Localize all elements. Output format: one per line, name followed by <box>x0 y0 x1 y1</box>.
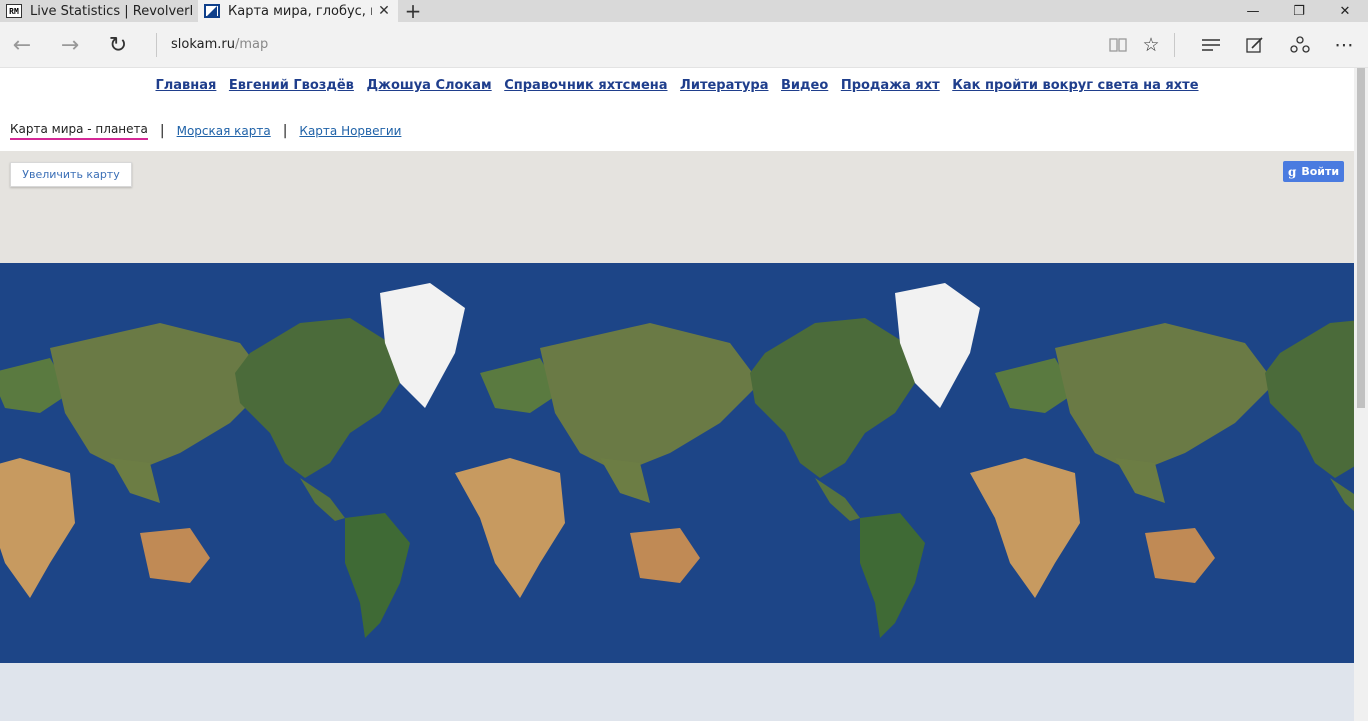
tab-revolvermap[interactable]: RM Live Statistics | RevolverMap <box>0 0 198 22</box>
hub-menu-icon[interactable] <box>1197 32 1225 58</box>
tab-label: Live Statistics | RevolverMap <box>30 3 192 19</box>
toolbar-divider <box>156 33 157 57</box>
page-scrollbar[interactable] <box>1354 68 1368 721</box>
nav-link-home[interactable]: Главная <box>155 78 216 93</box>
address-bar[interactable]: slokam.ru/map <box>171 37 268 52</box>
web-page: Главная Евгений Гвоздёв Джошуа Слокам Сп… <box>0 68 1354 721</box>
maximize-button[interactable]: ❐ <box>1276 0 1322 22</box>
tab-label: Карта мира, глобус, пл <box>228 3 372 19</box>
sub-nav-link-norway-map[interactable]: Карта Норвегии <box>299 124 401 138</box>
browser-toolbar: ← → ↻ slokam.ru/map ☆ ⋯ <box>0 22 1368 68</box>
login-label: Войти <box>1301 165 1340 178</box>
world-map-image <box>0 263 1354 721</box>
tab-slokam-map[interactable]: Карта мира, глобус, пл ✕ <box>198 0 398 22</box>
window-controls: — ❐ ✕ <box>1230 0 1368 22</box>
more-options-icon[interactable]: ⋯ <box>1330 32 1358 58</box>
slokam-favicon-icon <box>204 4 220 18</box>
web-note-icon[interactable] <box>1241 32 1269 58</box>
sub-nav-link-sea-chart[interactable]: Морская карта <box>177 124 271 138</box>
reading-view-icon[interactable] <box>1104 32 1132 58</box>
sub-nav-current-world-map[interactable]: Карта мира - планета <box>10 122 148 140</box>
nav-link-yacht-sale[interactable]: Продажа яхт <box>841 78 940 93</box>
nav-link-handbook[interactable]: Справочник яхтсмена <box>504 78 667 93</box>
map-frame[interactable]: Увеличить карту g Войти <box>0 151 1354 721</box>
google-icon: g <box>1287 164 1297 179</box>
nav-link-literature[interactable]: Литература <box>680 78 768 93</box>
satellite-world-map[interactable] <box>0 263 1354 721</box>
sub-nav-separator: | <box>282 123 288 139</box>
share-icon[interactable] <box>1286 32 1314 58</box>
revolvermap-favicon-icon: RM <box>6 4 22 18</box>
refresh-icon[interactable]: ↻ <box>104 32 132 58</box>
nav-link-circumnavigation[interactable]: Как пройти вокруг света на яхте <box>952 78 1198 93</box>
scrollbar-thumb[interactable] <box>1357 68 1365 408</box>
toolbar-divider <box>1174 33 1175 57</box>
close-tab-icon[interactable]: ✕ <box>376 3 392 19</box>
nav-link-video[interactable]: Видео <box>781 78 828 93</box>
enlarge-map-button[interactable]: Увеличить карту <box>10 162 132 187</box>
google-login-button[interactable]: g Войти <box>1283 161 1344 182</box>
minimize-button[interactable]: — <box>1230 0 1276 22</box>
site-top-nav: Главная Евгений Гвоздёв Джошуа Слокам Сп… <box>0 78 1354 93</box>
map-sub-nav: Карта мира - планета | Морская карта | К… <box>10 122 401 140</box>
sub-nav-separator: | <box>159 123 165 139</box>
nav-link-gvozdev[interactable]: Евгений Гвоздёв <box>229 78 354 93</box>
nav-link-slocum[interactable]: Джошуа Слокам <box>366 78 491 93</box>
favorite-star-icon[interactable]: ☆ <box>1137 32 1165 58</box>
address-path: /map <box>234 37 269 52</box>
tab-bar: RM Live Statistics | RevolverMap Карта м… <box>0 0 1368 23</box>
close-window-button[interactable]: ✕ <box>1322 0 1368 22</box>
new-tab-button[interactable]: + <box>398 0 428 23</box>
address-host: slokam.ru <box>171 37 235 52</box>
back-arrow-icon[interactable]: ← <box>8 32 36 58</box>
forward-arrow-icon[interactable]: → <box>56 32 84 58</box>
